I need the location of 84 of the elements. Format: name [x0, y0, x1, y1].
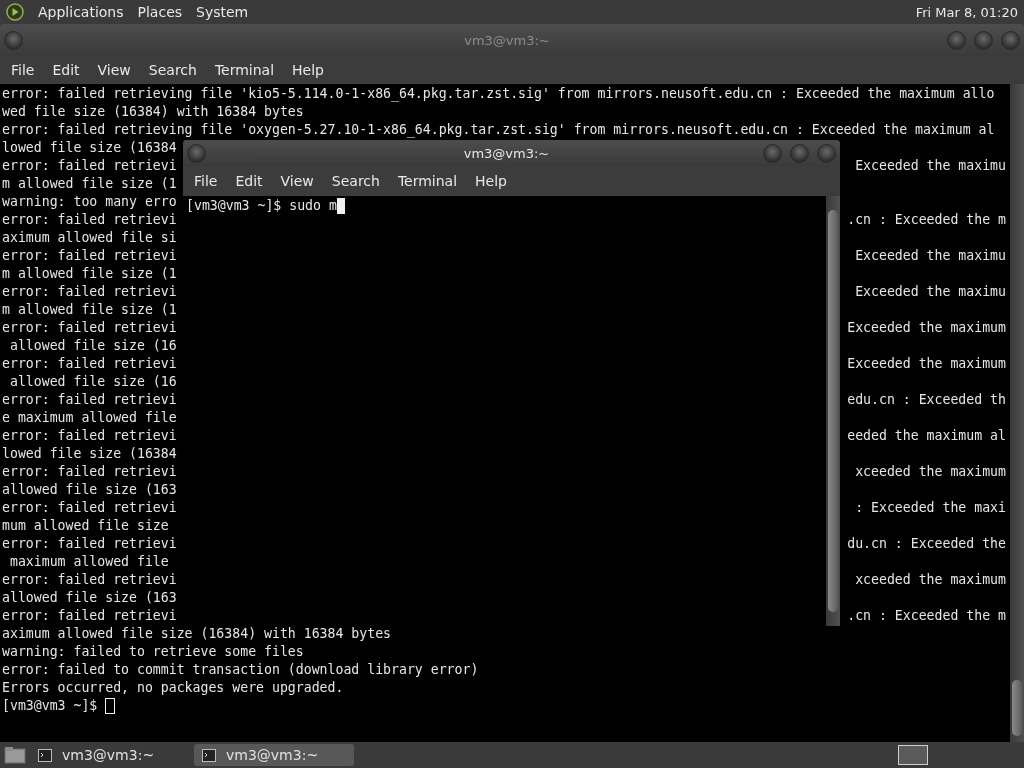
output-line: allowed file size (163 [2, 481, 177, 499]
output-line: aximum allowed file si [2, 229, 177, 247]
output-line: maximum allowed file [8, 553, 169, 571]
output-line: warning: too many erro [2, 193, 177, 211]
minimize-button[interactable] [763, 143, 782, 163]
output-line: error: failed retrievi [2, 427, 177, 445]
taskbar-button[interactable]: vm3@vm3:~ [194, 744, 354, 766]
output-line: : Exceeded the maxi [855, 499, 1006, 517]
output-line: e maximum allowed file [2, 409, 177, 427]
output-line: xceeded the maximum [855, 463, 1006, 481]
menu-item[interactable]: Terminal [388, 173, 467, 189]
scrollbar[interactable] [826, 196, 840, 626]
output-line: m allowed file size (1 [2, 175, 177, 193]
output-line: .cn : Exceeded the m [847, 607, 1006, 625]
minimize-button[interactable] [947, 30, 966, 50]
close-button[interactable] [1001, 30, 1020, 50]
menu-item[interactable]: Search [139, 62, 206, 78]
menu-item[interactable]: Help [466, 173, 516, 189]
menu-item[interactable]: View [88, 62, 140, 78]
output-line: Exceeded the maximu [855, 247, 1006, 265]
output-line: allowed file size (163 [2, 589, 177, 607]
menu-item[interactable]: Search [322, 173, 389, 189]
output-line: Exceeded the maximum [847, 319, 1006, 337]
panel-menu[interactable]: Places [137, 4, 183, 20]
menu-item[interactable]: Edit [226, 173, 272, 189]
maximize-button[interactable] [974, 30, 993, 50]
menu-item[interactable]: View [271, 173, 323, 189]
output-line: error: failed retrievi [2, 247, 177, 265]
output-line: error: failed retrievi [2, 355, 177, 373]
output-line: error: failed retrieving file 'kio5-5.114.0-1-x86_64.pkg.tar.zst.sig' from mirrors.neusoft.edu.cn : Exceeded the maximum allo [2, 85, 995, 103]
output-line: aximum allowed file size (16384) with 16384 bytes [2, 625, 392, 643]
panel-menu[interactable]: Applications [38, 4, 124, 20]
output-line: m allowed file size (1 [2, 265, 177, 283]
output-line: Errors occurred, no packages were upgraded. [2, 679, 344, 697]
output-line: xceeded the maximum [855, 571, 1006, 589]
output-line: error: failed retrievi [2, 157, 177, 175]
prompt-line: [vm3@vm3 ~]$ [2, 697, 98, 715]
output-line: error: failed retrievi [2, 319, 177, 337]
output-line: error: failed retrievi [2, 571, 177, 589]
output-line: lowed file size (16384 [2, 139, 177, 157]
terminal-icon [202, 748, 216, 762]
output-line: lowed file size (16384 [2, 445, 177, 463]
show-desktop-icon[interactable] [4, 746, 26, 764]
workspace-switcher[interactable] [898, 745, 928, 765]
output-line: error: failed retrieving file 'oxygen-5.27.10-1-x86_64.pkg.tar.zst.sig' from mirrors.neusoft.edu.cn : Exceeded the maximum al [2, 121, 995, 139]
prompt-line: [vm3@vm3 ~]$ sudo m [186, 197, 337, 215]
logo-icon[interactable] [6, 3, 24, 21]
taskbar-button[interactable]: vm3@vm3:~ [30, 744, 190, 766]
output-line: allowed file size (16 [8, 337, 177, 355]
window-title: vm3@vm3:~ [462, 145, 551, 161]
output-line: error: failed retrievi [2, 463, 177, 481]
menu-item[interactable]: Terminal [205, 62, 284, 78]
output-line: error: failed retrievi [2, 499, 177, 517]
output-line: warning: failed to retrieve some files [2, 643, 304, 661]
output-line: error: failed retrievi [2, 211, 177, 229]
clock[interactable]: Fri Mar 8, 01:20 [915, 4, 1018, 20]
output-line: .cn : Exceeded the m [847, 211, 1006, 229]
menu-item[interactable]: File [185, 173, 227, 189]
output-line: Exceeded the maximu [855, 283, 1006, 301]
output-line: du.cn : Exceeded the [847, 535, 1006, 553]
menu-item[interactable]: Help [283, 62, 333, 78]
window-menu-button[interactable] [187, 143, 206, 163]
output-line: eeded the maximum al [847, 427, 1006, 445]
output-line: mum allowed file size [2, 517, 169, 535]
output-line: allowed file size (16 [8, 373, 177, 391]
output-line: Exceeded the maximum [847, 355, 1006, 373]
menu-item[interactable]: Edit [43, 62, 89, 78]
output-line: Exceeded the maximu [855, 157, 1006, 175]
output-line: error: failed to commit transaction (download library error) [2, 661, 479, 679]
menu-item[interactable]: File [2, 62, 44, 78]
window-menu-button[interactable] [4, 30, 23, 50]
output-line: m allowed file size (1 [2, 301, 177, 319]
output-line: error: failed retrievi [2, 535, 177, 553]
output-line: edu.cn : Exceeded th [847, 391, 1006, 409]
close-button[interactable] [817, 143, 836, 163]
output-line: wed file size (16384) with 16384 bytes [2, 103, 304, 121]
output-line: error: failed retrievi [2, 283, 177, 301]
output-line: error: failed retrievi [2, 607, 177, 625]
window-title: vm3@vm3:~ [463, 32, 551, 48]
panel-menu[interactable]: System [196, 4, 249, 20]
scrollbar[interactable] [1010, 84, 1024, 742]
output-line: error: failed retrievi [2, 391, 177, 409]
terminal-icon [38, 748, 52, 762]
maximize-button[interactable] [790, 143, 809, 163]
